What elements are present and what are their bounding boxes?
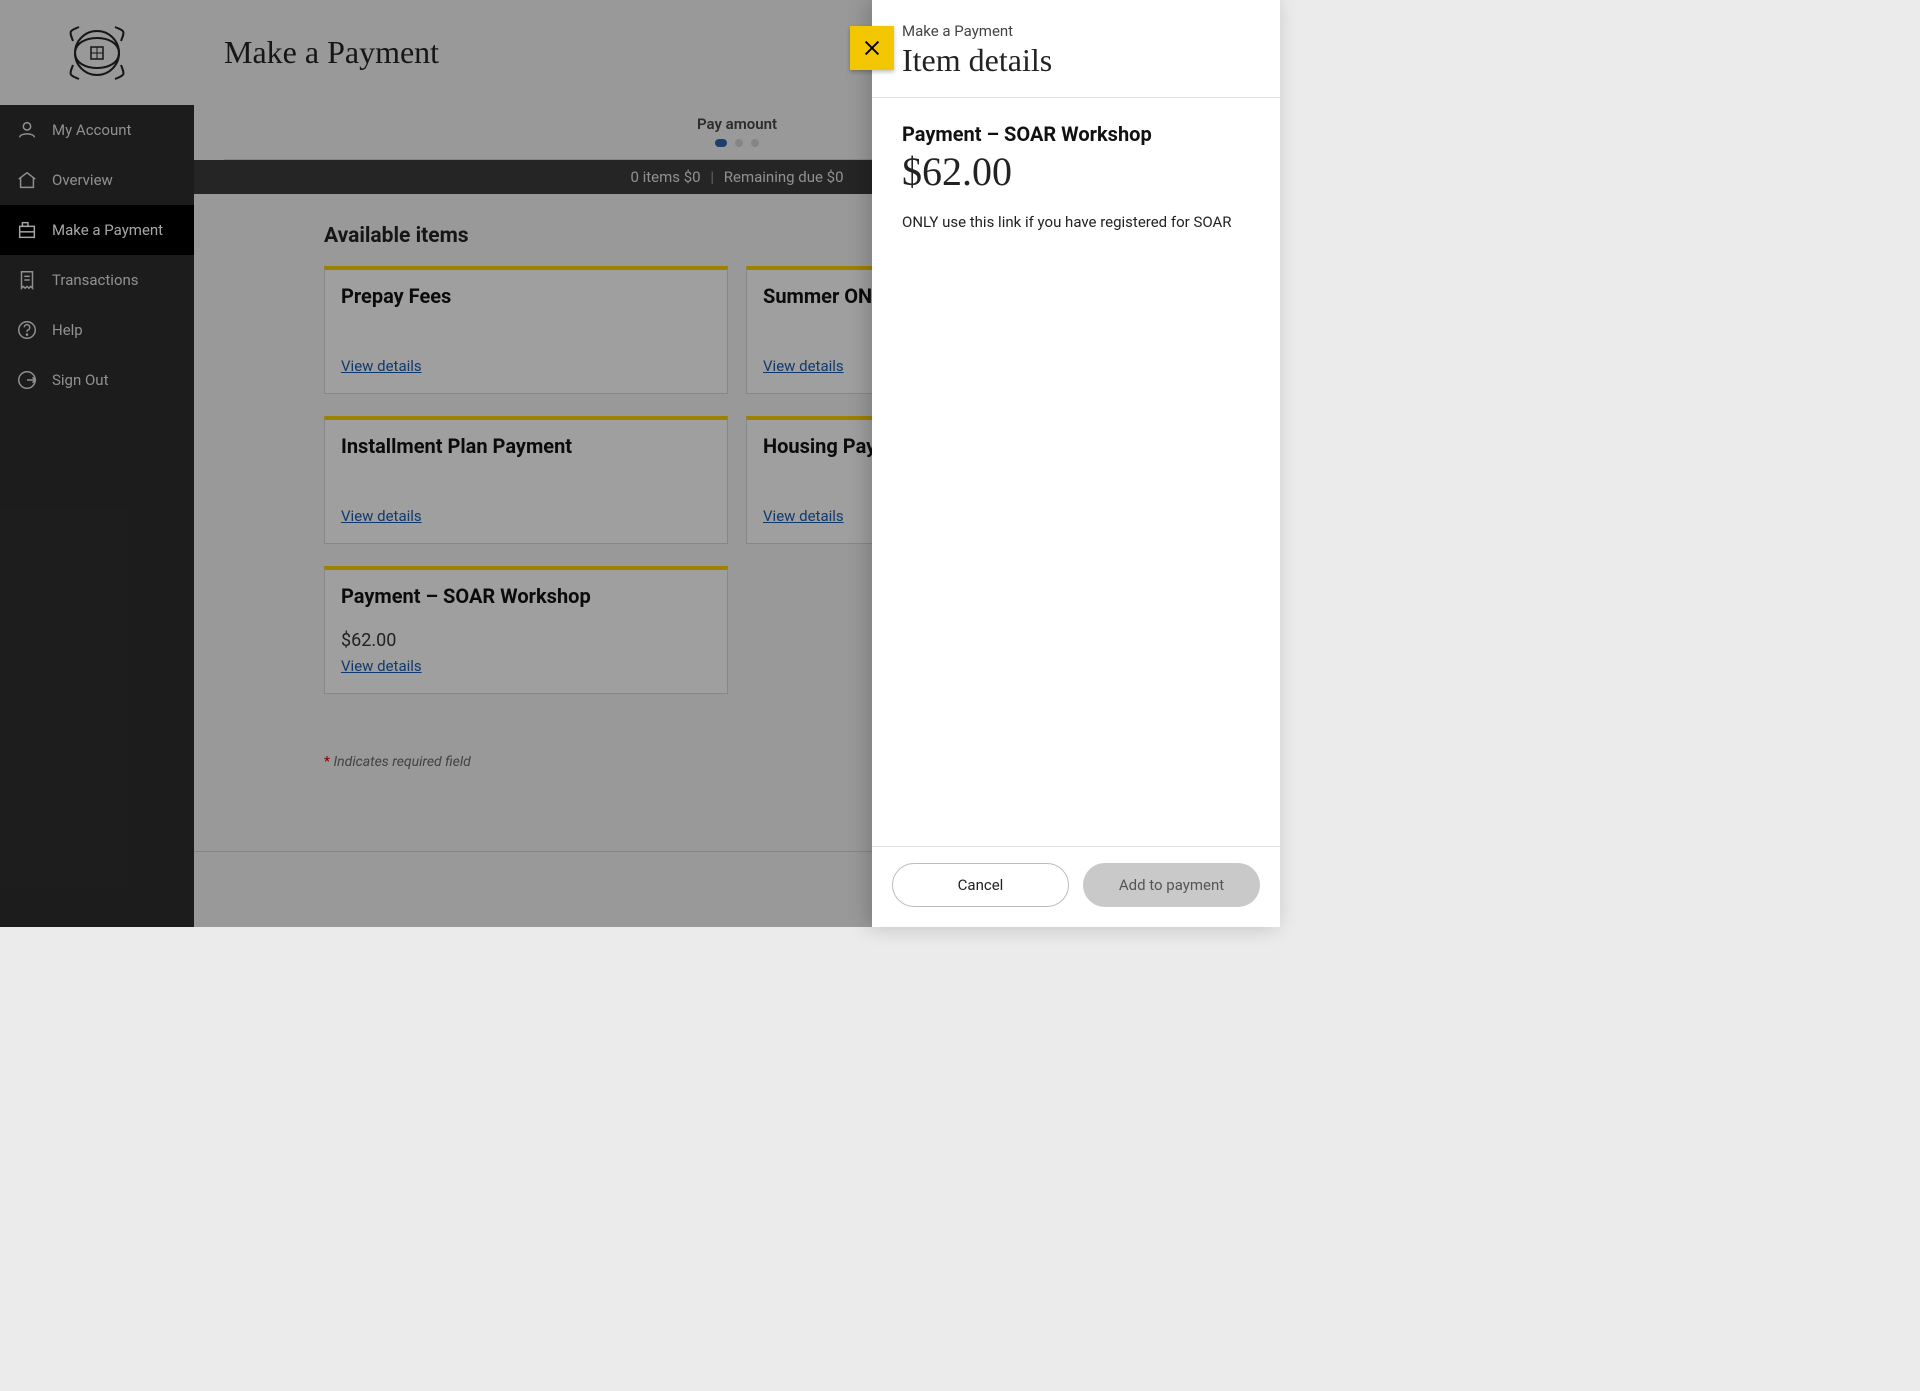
close-icon: [861, 37, 883, 59]
detail-item-description: ONLY use this link if you have registere…: [902, 213, 1250, 231]
panel-body: Payment – SOAR Workshop $62.00 ONLY use …: [872, 98, 1280, 846]
panel-header: Make a Payment Item details: [872, 0, 1280, 98]
cancel-button[interactable]: Cancel: [892, 863, 1069, 907]
cancel-button-label: Cancel: [958, 876, 1004, 894]
panel-title: Item details: [902, 42, 1254, 79]
item-details-panel: Make a Payment Item details Payment – SO…: [872, 0, 1280, 927]
detail-item-name: Payment – SOAR Workshop: [902, 122, 1250, 146]
panel-breadcrumb: Make a Payment: [902, 22, 1254, 40]
add-to-payment-button[interactable]: Add to payment: [1083, 863, 1260, 907]
close-panel-button[interactable]: [850, 26, 894, 70]
panel-footer: Cancel Add to payment: [872, 846, 1280, 927]
detail-item-amount: $62.00: [902, 148, 1250, 195]
add-button-label: Add to payment: [1119, 876, 1224, 894]
